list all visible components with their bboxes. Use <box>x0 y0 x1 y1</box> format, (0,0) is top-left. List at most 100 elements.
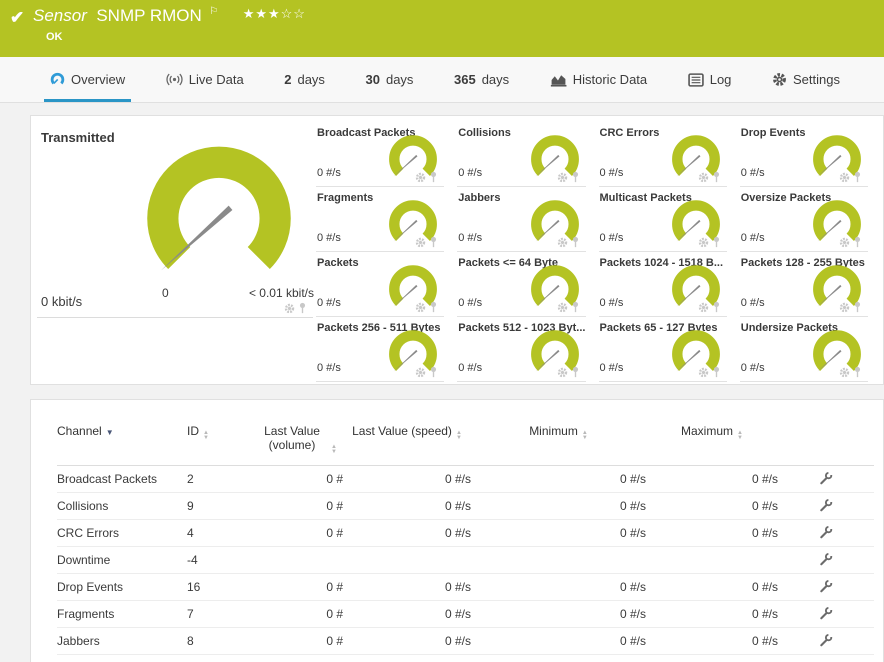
col-header-last-value-volume[interactable]: Last Value (volume) ▲ ▼ <box>255 422 343 466</box>
col-header-minimum[interactable]: Minimum ▲ ▼ <box>471 422 646 466</box>
wrench-icon[interactable] <box>819 524 833 539</box>
gear-icon[interactable] <box>415 302 426 313</box>
tile-actions <box>557 236 580 248</box>
tab-label: Overview <box>71 72 126 87</box>
tab-settings[interactable]: Settings <box>770 57 842 102</box>
channel-gauge-value: 0 #/s <box>458 362 483 374</box>
tab-overview[interactable]: Overview <box>43 57 132 102</box>
channel-gauge-tile-packets-64-byte[interactable]: Packets <= 64 Byte 0 #/s <box>457 252 586 317</box>
wrench-icon[interactable] <box>819 497 833 512</box>
wrench-icon[interactable] <box>819 632 833 647</box>
gear-icon[interactable] <box>698 172 709 183</box>
tab-historic-data[interactable]: Historic Data <box>548 57 649 102</box>
pin-icon[interactable] <box>571 301 580 313</box>
gear-icon[interactable] <box>415 237 426 248</box>
cell-maximum: 0 #/s <box>646 465 778 493</box>
gear-icon[interactable] <box>557 172 568 183</box>
priority-stars[interactable]: ★★★☆☆ <box>243 6 306 21</box>
tab-365-days[interactable]: 365 days <box>452 57 511 102</box>
tab-30-days[interactable]: 30 days <box>364 57 416 102</box>
sensor-header: ✔ Sensor SNMP RMON ⚐ ★★★☆☆ OK <box>0 0 884 57</box>
cell-channel: Drop Events <box>57 573 187 601</box>
pin-icon[interactable] <box>712 171 721 183</box>
pin-icon[interactable] <box>853 366 862 378</box>
cell-last-value-volume: 0 # <box>255 600 343 628</box>
tab-live-data[interactable]: Live Data <box>164 57 246 102</box>
wrench-icon[interactable] <box>819 551 833 566</box>
flag-icon[interactable]: ⚐ <box>209 6 218 17</box>
tile-actions <box>557 301 580 313</box>
pin-icon[interactable] <box>571 366 580 378</box>
pin-icon[interactable] <box>853 171 862 183</box>
tab-log[interactable]: Log <box>686 57 734 102</box>
gear-icon[interactable] <box>839 302 850 313</box>
gear-icon[interactable] <box>557 237 568 248</box>
pin-icon[interactable] <box>571 171 580 183</box>
gear-icon[interactable] <box>698 237 709 248</box>
wrench-icon[interactable] <box>819 470 833 485</box>
tab-2-days[interactable]: 2 days <box>282 57 327 102</box>
gear-icon[interactable] <box>284 303 295 314</box>
main-gauge-tile[interactable]: Transmitted 0 < 0.01 kbit/s 0 kbit/s <box>37 122 314 318</box>
channel-gauge-tile-broadcast-packets[interactable]: Broadcast Packets 0 #/s <box>316 122 445 187</box>
gear-icon[interactable] <box>557 302 568 313</box>
pin-icon[interactable] <box>712 301 721 313</box>
pin-icon[interactable] <box>853 236 862 248</box>
cell-last-value-speed <box>343 546 471 574</box>
cell-tools <box>778 627 874 655</box>
channel-gauge-tile-multicast-packets[interactable]: Multicast Packets 0 #/s <box>598 187 727 252</box>
historic-icon <box>550 73 567 87</box>
channel-gauge-tile-packets-65-127-bytes[interactable]: Packets 65 - 127 Bytes 0 #/s <box>598 317 727 382</box>
col-header-channel[interactable]: Channel ▼ <box>57 422 187 466</box>
gear-icon[interactable] <box>839 237 850 248</box>
channel-gauge-value: 0 #/s <box>740 362 765 374</box>
col-header-maximum[interactable]: Maximum ▲ ▼ <box>646 422 778 466</box>
gear-icon[interactable] <box>415 172 426 183</box>
pin-icon[interactable] <box>298 302 307 314</box>
col-header-last-value-speed[interactable]: Last Value (speed) ▲ ▼ <box>343 422 471 466</box>
gear-icon[interactable] <box>839 172 850 183</box>
channel-gauge-tile-packets-1024-1518-b[interactable]: Packets 1024 - 1518 B... 0 #/s <box>598 252 727 317</box>
sort-icon: ▲ ▼ <box>203 430 209 441</box>
pin-icon[interactable] <box>853 301 862 313</box>
gear-icon[interactable] <box>698 302 709 313</box>
col-header-minimum-label: Minimum <box>529 424 578 438</box>
cell-id: 9 <box>187 492 255 520</box>
channel-gauge-tile-packets-512-1023-byt[interactable]: Packets 512 - 1023 Byt... 0 #/s <box>457 317 586 382</box>
tile-actions <box>698 171 721 183</box>
channel-gauge-tile-undersize-packets[interactable]: Undersize Packets 0 #/s <box>739 317 868 382</box>
col-header-id[interactable]: ID ▲ ▼ <box>187 422 255 466</box>
channel-gauge-title: Drop Events <box>740 127 806 139</box>
wrench-icon[interactable] <box>819 578 833 593</box>
pin-icon[interactable] <box>429 171 438 183</box>
channel-gauge-tile-crc-errors[interactable]: CRC Errors 0 #/s <box>598 122 727 187</box>
channel-gauge-tile-fragments[interactable]: Fragments 0 #/s <box>316 187 445 252</box>
pin-icon[interactable] <box>712 236 721 248</box>
channel-gauge-tile-packets-128-255-bytes[interactable]: Packets 128 - 255 Bytes 0 #/s <box>739 252 868 317</box>
gear-icon[interactable] <box>557 367 568 378</box>
cell-last-value-volume: 0 # <box>255 627 343 655</box>
channel-gauge-tile-collisions[interactable]: Collisions 0 #/s <box>457 122 586 187</box>
pin-icon[interactable] <box>571 236 580 248</box>
pin-icon[interactable] <box>429 236 438 248</box>
channel-gauge-tile-packets[interactable]: Packets 0 #/s <box>316 252 445 317</box>
wrench-icon[interactable] <box>819 605 833 620</box>
gear-icon[interactable] <box>698 367 709 378</box>
pin-icon[interactable] <box>429 301 438 313</box>
cell-minimum: 0 #/s <box>471 519 646 547</box>
channel-gauge-value: 0 #/s <box>740 232 765 244</box>
cell-last-value-speed: 0 #/s <box>343 465 471 493</box>
pin-icon[interactable] <box>712 366 721 378</box>
channel-gauge-title: CRC Errors <box>599 127 660 139</box>
pin-icon[interactable] <box>429 366 438 378</box>
gear-icon[interactable] <box>839 367 850 378</box>
cell-id: 2 <box>187 465 255 493</box>
channel-gauge-tile-jabbers[interactable]: Jabbers 0 #/s <box>457 187 586 252</box>
gear-icon[interactable] <box>415 367 426 378</box>
channel-gauge-value: 0 #/s <box>599 297 624 309</box>
channel-gauge-tile-oversize-packets[interactable]: Oversize Packets 0 #/s <box>739 187 868 252</box>
channel-gauge-tile-packets-256-511-bytes[interactable]: Packets 256 - 511 Bytes 0 #/s <box>316 317 445 382</box>
channel-gauge-tile-drop-events[interactable]: Drop Events 0 #/s <box>739 122 868 187</box>
cell-tools <box>778 546 874 574</box>
col-header-id-label: ID <box>187 424 199 438</box>
